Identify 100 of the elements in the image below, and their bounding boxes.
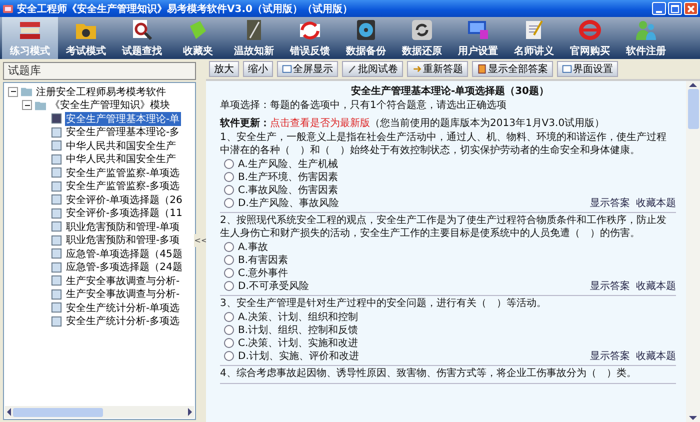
toolbar-button[interactable]: 全屏显示: [277, 61, 338, 77]
tree-item[interactable]: 生产安全事故调查与分析-: [65, 287, 181, 302]
toolbar-button[interactable]: 界面设置: [557, 61, 618, 77]
tree-item[interactable]: 安全评价-单项选择题（26: [65, 192, 184, 207]
option-label[interactable]: B.生产环境、伤害因素: [238, 170, 338, 184]
toolbar-button[interactable]: 考试模式: [58, 17, 114, 59]
folder-icon: [20, 86, 33, 98]
tree-item[interactable]: 安全生产监管监察-单项选: [65, 166, 181, 180]
radio-button[interactable]: [224, 280, 234, 290]
tree-item[interactable]: 安全评价-多项选择题（11: [65, 206, 184, 220]
option-label[interactable]: B.计划、组织、控制和反馈: [238, 322, 358, 336]
search-icon: [130, 18, 154, 42]
document-icon: [50, 316, 63, 327]
toolbar-button[interactable]: 用户设置: [450, 17, 506, 59]
refresh-icon: [410, 18, 434, 42]
tree-item[interactable]: 中华人民共和国安全生产: [65, 138, 177, 153]
question-text: 2、按照现代系统安全工程的观点，安全生产工作是为了使生产过程符合物质条件和工作秩序，防止发生人身伤亡和财产损失的活动，安全生产工作的主要目标是使系统中的人员免遭（ ）的伤害。: [220, 214, 668, 240]
action-icon: [477, 64, 487, 74]
document-icon: [50, 126, 63, 138]
question-link[interactable]: 收藏本题: [636, 196, 676, 210]
toolbar-button[interactable]: 数据备份: [338, 17, 394, 59]
option-label[interactable]: A.决策、计划、组织和控制: [238, 310, 358, 324]
radio-button[interactable]: [224, 184, 234, 194]
option-label[interactable]: C.意外事件: [238, 266, 288, 280]
question-link[interactable]: 显示答案: [590, 196, 630, 210]
option-label[interactable]: D.生产风险、事故风险: [238, 196, 339, 210]
radio-button[interactable]: [224, 268, 234, 278]
question-link[interactable]: 收藏本题: [636, 348, 676, 362]
option-label[interactable]: C.事故风险、伤害因素: [238, 182, 338, 196]
document-icon: [50, 234, 63, 246]
update-label: 软件更新：: [220, 118, 270, 129]
toolbar-button[interactable]: 批阅试卷: [342, 61, 403, 77]
collapse-toggle[interactable]: [22, 100, 32, 110]
tree-item[interactable]: 职业危害预防和管理-多项: [65, 233, 181, 248]
option-label[interactable]: B.有害因素: [238, 252, 288, 266]
document-icon: [50, 208, 63, 219]
tree-item[interactable]: 安全生产管理基本理论-单: [65, 112, 181, 126]
radio-button[interactable]: [224, 254, 234, 264]
document-icon: [50, 275, 63, 286]
maximize-button[interactable]: [668, 2, 682, 15]
toolbar-button[interactable]: 温故知新: [226, 17, 282, 59]
radio-button[interactable]: [224, 242, 234, 252]
toolbar-button[interactable]: 数据还原: [394, 17, 450, 59]
question-link[interactable]: 显示答案: [590, 348, 630, 362]
radio-button[interactable]: [224, 312, 234, 322]
app-icon: [2, 2, 14, 14]
collapse-toggle[interactable]: [8, 86, 18, 97]
tree-item[interactable]: 安全生产管理基本理论-多: [65, 125, 181, 140]
toolbar-button[interactable]: 显示全部答案: [472, 61, 553, 77]
toolbar-button[interactable]: 软件注册: [618, 17, 674, 59]
minimize-button[interactable]: [652, 2, 666, 15]
radio-button[interactable]: [224, 350, 234, 360]
tree-item[interactable]: 注册安全工程师易考模考软件: [35, 84, 167, 99]
tree-item[interactable]: 安全生产统计分析-多项选: [65, 314, 181, 328]
tree-item[interactable]: 中华人民共和国安全生产: [65, 152, 177, 166]
document-icon: [50, 167, 63, 178]
folder-icon: [34, 100, 47, 111]
update-link[interactable]: 点击查看是否为最新版: [270, 118, 370, 129]
option-label[interactable]: A.事故: [238, 240, 268, 254]
question-text: 4、综合考虑事故起因物、诱导性原因、致害物、伤害方式等，将企业工伤事故分为（ ）类。: [220, 367, 638, 380]
close-button[interactable]: [684, 2, 698, 15]
toolbar-button[interactable]: 放大: [209, 61, 239, 77]
radio-button[interactable]: [224, 324, 234, 334]
radio-button[interactable]: [224, 338, 234, 348]
toolbar-button[interactable]: 试题查找: [114, 17, 170, 59]
document-icon: [50, 302, 63, 314]
tree-item[interactable]: 应急管-多项选择题（24题: [65, 260, 184, 274]
toolbar-button[interactable]: 缩小: [243, 61, 273, 77]
option-label[interactable]: A.生产风险、生产机械: [238, 156, 338, 170]
instruction-text: 单项选择：每题的备选项中，只有1个符合题意，请选出正确选项: [220, 99, 508, 112]
action-icon: [412, 64, 422, 74]
toolbar-button[interactable]: 名师讲义: [506, 17, 562, 59]
person-icon: [634, 18, 658, 42]
document-icon: [50, 154, 63, 165]
exam-title: 安全生产管理基本理论-单项选择题（30题）: [350, 85, 550, 99]
option-label[interactable]: C.决策、计划、实施和改进: [238, 336, 358, 350]
radio-button[interactable]: [224, 158, 234, 168]
toolbar-button[interactable]: 重新答题: [407, 61, 468, 77]
toolbar-button[interactable]: 错误反馈: [282, 17, 338, 59]
radio-button[interactable]: [224, 172, 234, 182]
action-icon: [562, 64, 572, 74]
window-title: 安全工程师《安全生产管理知识》易考模考软件V3.0（试用版）（试用版）: [17, 2, 354, 16]
toolbar-button[interactable]: 官网购买: [562, 17, 618, 59]
option-label[interactable]: D.计划、实施、评价和改进: [238, 348, 359, 362]
document-icon: [50, 113, 63, 124]
radio-button[interactable]: [224, 198, 234, 208]
question-link[interactable]: 收藏本题: [636, 278, 676, 292]
tree-item[interactable]: 应急管-单项选择题（45题: [65, 246, 184, 261]
tree-item[interactable]: 安全生产统计分析-单项选: [65, 300, 181, 315]
option-label[interactable]: D.不可承受风险: [238, 278, 309, 292]
document-icon: [50, 180, 63, 192]
tree-item[interactable]: 安全生产监管监察-多项选: [65, 179, 181, 194]
toolbar-button[interactable]: 收藏夹: [170, 17, 226, 59]
document-icon: [50, 262, 63, 273]
vertical-scrollbar[interactable]: [686, 81, 700, 422]
tree-item[interactable]: 职业危害预防和管理-单项: [65, 220, 181, 234]
question-link[interactable]: 显示答案: [590, 278, 630, 292]
horizontal-scrollbar[interactable]: [5, 406, 194, 418]
tree-item[interactable]: 《安全生产管理知识》模块: [49, 98, 171, 112]
tree-item[interactable]: 生产安全事故调查与分析-: [65, 274, 181, 288]
